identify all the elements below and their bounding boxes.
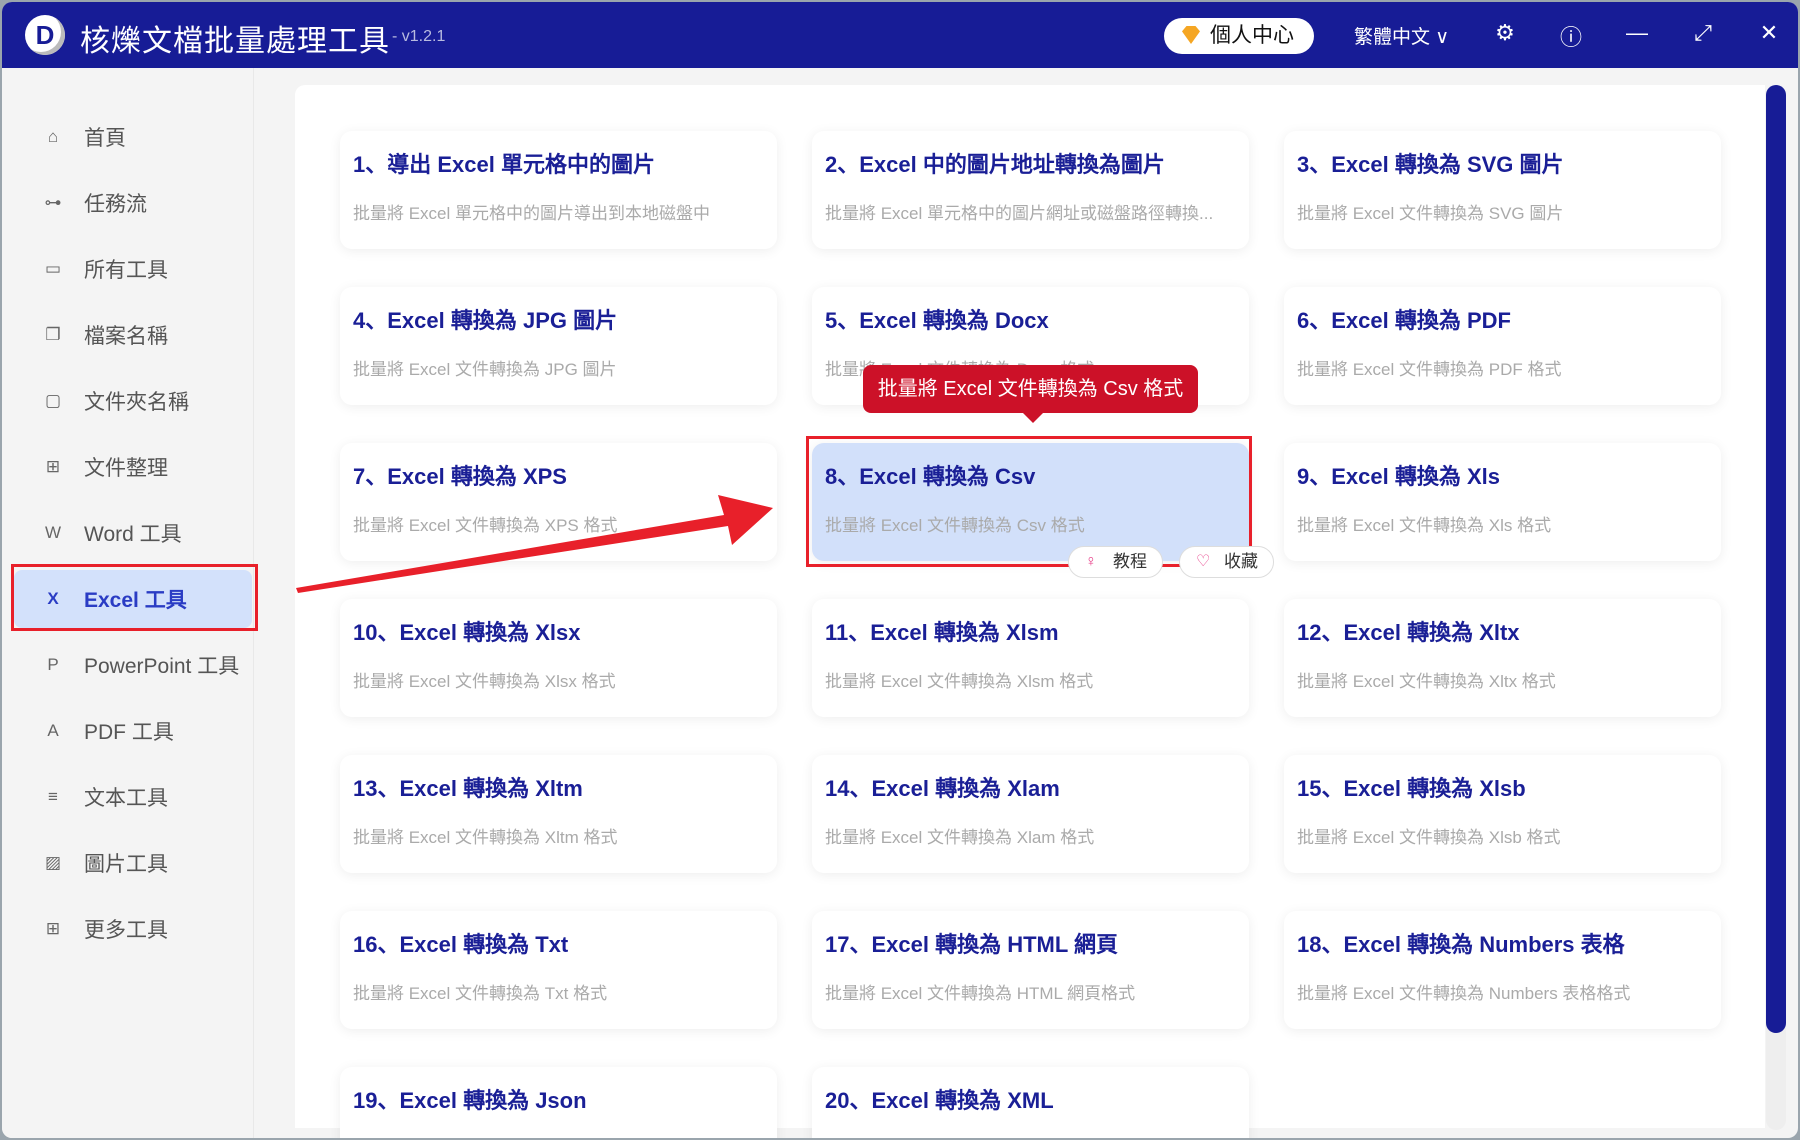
app-window: D 核爍文檔批量處理工具 - v1.2.1 個人中心 繁體中文 ∨ ⚙ ⓘ — … <box>2 2 1798 1138</box>
annotation-arrow <box>2 2 1798 1138</box>
arrow-shape <box>296 495 773 593</box>
